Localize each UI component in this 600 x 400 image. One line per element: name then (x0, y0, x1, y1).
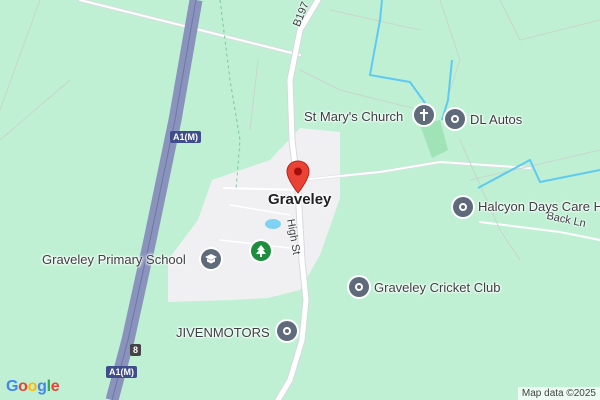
poi-label-graveley-cricket-club[interactable]: Graveley Cricket Club (374, 280, 500, 295)
google-logo: Google (6, 378, 60, 395)
cross-icon[interactable] (414, 105, 434, 125)
jivenmotors-pin-icon[interactable] (277, 321, 297, 341)
poi-label-jivenmotors[interactable]: JIVENMOTORS (176, 325, 270, 340)
school-icon[interactable] (201, 249, 221, 269)
dl-autos-pin-icon[interactable] (445, 109, 465, 129)
dashed-path (219, 0, 241, 191)
map-canvas[interactable]: B197 High St Back Ln A1(M) A1(M) 8 Grave… (0, 0, 600, 400)
location-pin-icon[interactable] (286, 160, 310, 194)
pond (265, 219, 281, 229)
halcyon-days-pin-icon[interactable] (453, 197, 473, 217)
poi-label-halcyon-days[interactable]: Halcyon Days Care H (478, 199, 600, 214)
poi-label-graveley-primary-school[interactable]: Graveley Primary School (42, 252, 186, 267)
poi-label-dl-autos[interactable]: DL Autos (470, 112, 522, 127)
cricket-club-pin-icon[interactable] (349, 277, 369, 297)
road-shield-small: 8 (130, 344, 142, 356)
motorway-a1m (105, 0, 203, 400)
tree-icon[interactable] (251, 241, 271, 261)
settlement-area (168, 128, 340, 302)
map-attribution[interactable]: Map data ©2025 (517, 387, 600, 400)
poi-label-st-marys-church[interactable]: St Mary's Church (304, 109, 403, 124)
road-shield-a1m-top: A1(M) (170, 131, 201, 143)
road-shield-a1m-bottom: A1(M) (106, 366, 137, 378)
